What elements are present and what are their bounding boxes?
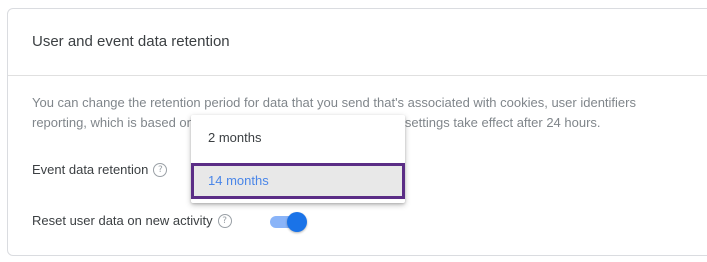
toggle-thumb <box>287 212 307 232</box>
reset-user-data-label: Reset user data on new activity <box>32 213 213 228</box>
reset-user-data-row: Reset user data on new activity ? <box>32 213 232 228</box>
dropdown-option-2-months[interactable]: 2 months <box>191 120 405 156</box>
reset-user-data-toggle[interactable] <box>270 212 307 232</box>
event-retention-dropdown-menu: 2 months 14 months <box>191 115 405 203</box>
help-icon[interactable]: ? <box>217 213 232 228</box>
event-data-retention-label: Event data retention <box>32 162 149 177</box>
help-icon[interactable]: ? <box>153 162 168 177</box>
card-title: User and event data retention <box>32 33 230 50</box>
event-data-retention-row: Event data retention ? <box>32 162 168 177</box>
description-line-1: You can change the retention period for … <box>32 95 636 110</box>
divider <box>8 75 707 76</box>
dropdown-option-14-months[interactable]: 14 months <box>191 163 405 199</box>
